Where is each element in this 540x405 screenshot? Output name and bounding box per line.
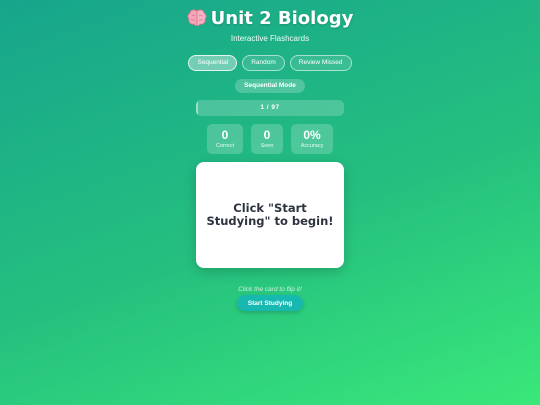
stat-accuracy-label: Accuracy xyxy=(300,143,324,149)
stat-correct-label: Correct xyxy=(215,143,235,149)
progress-bar: 1 / 97 xyxy=(196,100,344,116)
current-mode-badge: Sequential Mode xyxy=(235,79,305,93)
stat-correct-value: 0 xyxy=(221,128,229,142)
stat-seen: 0 Seen xyxy=(251,124,283,154)
page-title: Unit 2 Biology xyxy=(0,8,540,29)
progress-text: 1 / 97 xyxy=(260,104,280,111)
flip-hint: Click the card to flip it! xyxy=(238,286,302,293)
flashcard[interactable]: Click "Start Studying" to begin! xyxy=(196,162,344,268)
stat-accuracy-value: 0% xyxy=(303,128,321,142)
stat-correct: 0 Correct xyxy=(207,124,243,154)
sequential-mode-button[interactable]: Sequential xyxy=(188,55,238,71)
review-missed-button[interactable]: Review Missed xyxy=(289,55,352,71)
title-text: Unit 2 Biology xyxy=(210,8,354,29)
start-studying-button[interactable]: Start Studying xyxy=(237,295,303,311)
subtitle: Interactive Flashcards xyxy=(230,34,310,43)
mode-selector: Sequential Random Review Missed xyxy=(0,55,540,71)
flashcard-app: Unit 2 Biology Interactive Flashcards Se… xyxy=(0,0,540,405)
stats-row: 0 Correct 0 Seen 0% Accuracy xyxy=(0,124,540,154)
flashcard-text: Click "Start Studying" to begin! xyxy=(206,201,334,228)
brain-icon xyxy=(187,9,207,27)
stat-seen-label: Seen xyxy=(260,143,274,149)
random-mode-button[interactable]: Random xyxy=(242,55,285,71)
stat-seen-value: 0 xyxy=(263,128,271,142)
stat-accuracy: 0% Accuracy xyxy=(291,124,333,154)
